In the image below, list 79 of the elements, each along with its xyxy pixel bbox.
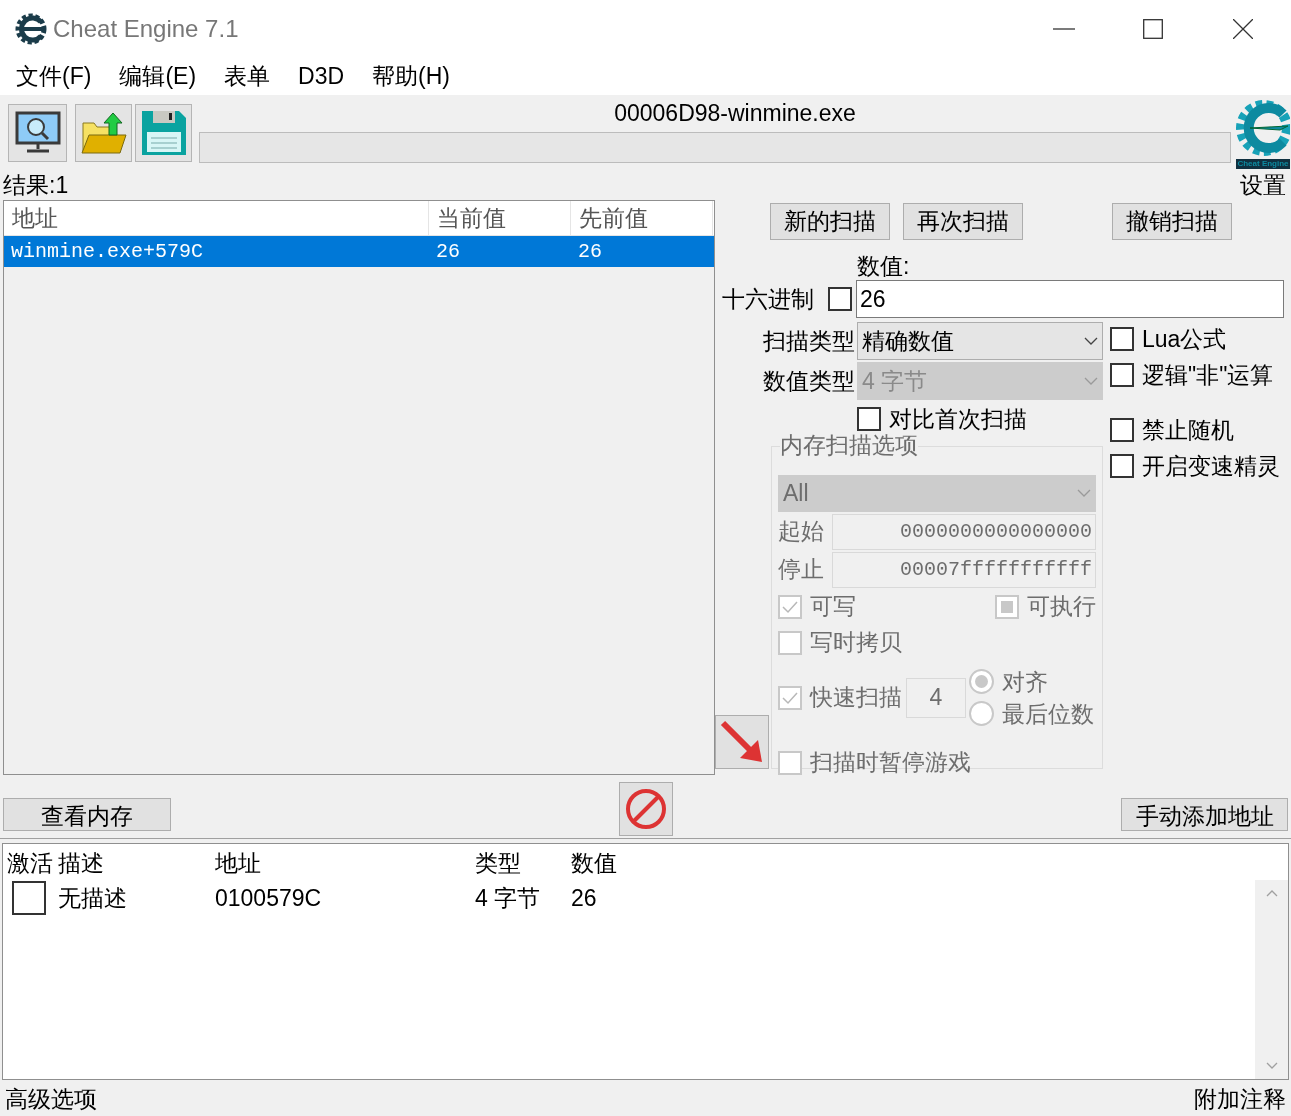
checkbox[interactable] bbox=[1110, 454, 1134, 478]
diagonal-arrow-icon bbox=[720, 720, 764, 764]
column-header[interactable]: 地址 bbox=[215, 845, 475, 880]
group-title: 内存扫描选项 bbox=[780, 431, 918, 459]
column-header[interactable]: 当前值 bbox=[429, 201, 571, 235]
address-cell-text: winmine.exe+579C bbox=[10, 238, 205, 265]
option-label: 可写 bbox=[810, 592, 856, 622]
menu-item[interactable]: 编辑(E) bbox=[119, 59, 197, 94]
column-header[interactable]: 激活 bbox=[3, 845, 58, 880]
checkbox[interactable] bbox=[12, 881, 46, 915]
checkbox[interactable] bbox=[1110, 418, 1134, 442]
window-title: Cheat Engine 7.1 bbox=[53, 14, 239, 44]
option-label: 写时拷贝 bbox=[810, 628, 902, 658]
column-header[interactable]: 类型 bbox=[475, 845, 571, 880]
logo-text: Cheat Engine bbox=[1236, 159, 1290, 169]
option-label: 最后位数 bbox=[1002, 699, 1094, 728]
settings-label[interactable]: 设置 bbox=[1240, 171, 1286, 199]
checkmark-icon bbox=[781, 690, 799, 705]
save-button[interactable] bbox=[135, 104, 192, 162]
scan-button[interactable]: 再次扫描 bbox=[903, 203, 1023, 240]
menu-item[interactable]: 表单 bbox=[224, 59, 271, 94]
scan-button[interactable]: 撤销扫描 bbox=[1112, 203, 1232, 240]
close-icon[interactable] bbox=[1233, 19, 1253, 39]
select-process-button[interactable] bbox=[8, 104, 67, 162]
result-row[interactable]: winmine.exe+579C 26 26 bbox=[4, 236, 714, 267]
value-label: 数值: bbox=[857, 252, 910, 280]
option-label: 对比首次扫描 bbox=[889, 404, 1027, 434]
results-count: 结果:1 bbox=[3, 170, 69, 200]
previous-value-cell-text: 26 bbox=[577, 238, 603, 265]
scrollbar[interactable] bbox=[1255, 880, 1288, 1079]
option-label: 快速扫描 bbox=[810, 683, 902, 713]
column-header[interactable]: 先前值 bbox=[571, 201, 713, 235]
option-label: 禁止随机 bbox=[1142, 415, 1234, 445]
type-cell-text: 4 字节 bbox=[475, 883, 542, 913]
stop-label: 停止 bbox=[778, 555, 825, 585]
checkbox[interactable] bbox=[828, 287, 852, 311]
value-type-label: 数值类型 bbox=[762, 366, 855, 396]
option-label: Lua公式 bbox=[1142, 324, 1227, 354]
checkbox[interactable] bbox=[857, 407, 881, 431]
value-input[interactable]: 26 bbox=[856, 280, 1284, 318]
option-label: 可执行 bbox=[1027, 592, 1096, 622]
scan-type-label: 扫描类型 bbox=[762, 326, 855, 356]
checkmark-icon bbox=[781, 599, 799, 614]
view-memory-button[interactable]: 查看内存 bbox=[3, 798, 171, 831]
folder-arrow-icon bbox=[79, 111, 128, 155]
address-cell-text: 0100579C bbox=[215, 883, 323, 913]
table-comments-label[interactable]: 附加注释 bbox=[1194, 1081, 1286, 1116]
advanced-options-label[interactable]: 高级选项 bbox=[5, 1081, 97, 1116]
menu-item[interactable]: 文件(F) bbox=[16, 59, 92, 94]
value-cell-text: 26 bbox=[571, 883, 598, 913]
monitor-magnifier-icon bbox=[14, 111, 61, 155]
column-header[interactable]: 描述 bbox=[58, 845, 215, 880]
start-label: 起始 bbox=[778, 517, 825, 547]
checkbox[interactable] bbox=[1110, 363, 1134, 387]
checkbox[interactable] bbox=[1110, 327, 1134, 351]
menu-item[interactable]: 帮助(H) bbox=[372, 59, 450, 94]
option-label: 对齐 bbox=[1002, 667, 1048, 696]
column-header[interactable]: 数值 bbox=[571, 845, 661, 880]
process-name: 00006D98-winmine.exe bbox=[614, 99, 856, 122]
prohibited-icon bbox=[625, 788, 667, 830]
scroll-down-icon[interactable] bbox=[1265, 1062, 1278, 1069]
stop-button[interactable] bbox=[619, 782, 673, 836]
gear-logo-icon bbox=[1236, 97, 1290, 159]
hex-label: 十六进制 bbox=[722, 284, 815, 314]
scan-button[interactable]: 新的扫描 bbox=[770, 203, 890, 240]
option-label: 逻辑"非"运算 bbox=[1142, 360, 1274, 390]
app-logo-icon bbox=[15, 13, 47, 45]
add-address-button[interactable]: 手动添加地址 bbox=[1121, 798, 1288, 831]
option-label: 扫描时暂停游戏 bbox=[810, 748, 971, 778]
current-value-cell-text: 26 bbox=[435, 238, 461, 265]
option-label: 开启变速精灵 bbox=[1142, 451, 1280, 481]
maximize-icon[interactable] bbox=[1143, 19, 1163, 39]
dropdown[interactable]: 精确数值 bbox=[857, 322, 1103, 360]
open-file-button[interactable] bbox=[75, 104, 132, 162]
menu-item[interactable]: D3D bbox=[298, 59, 345, 94]
description-cell-text: 无描述 bbox=[58, 883, 128, 913]
scroll-up-icon[interactable] bbox=[1265, 890, 1278, 897]
expand-button[interactable] bbox=[715, 715, 769, 769]
column-header[interactable]: 地址 bbox=[4, 201, 429, 235]
